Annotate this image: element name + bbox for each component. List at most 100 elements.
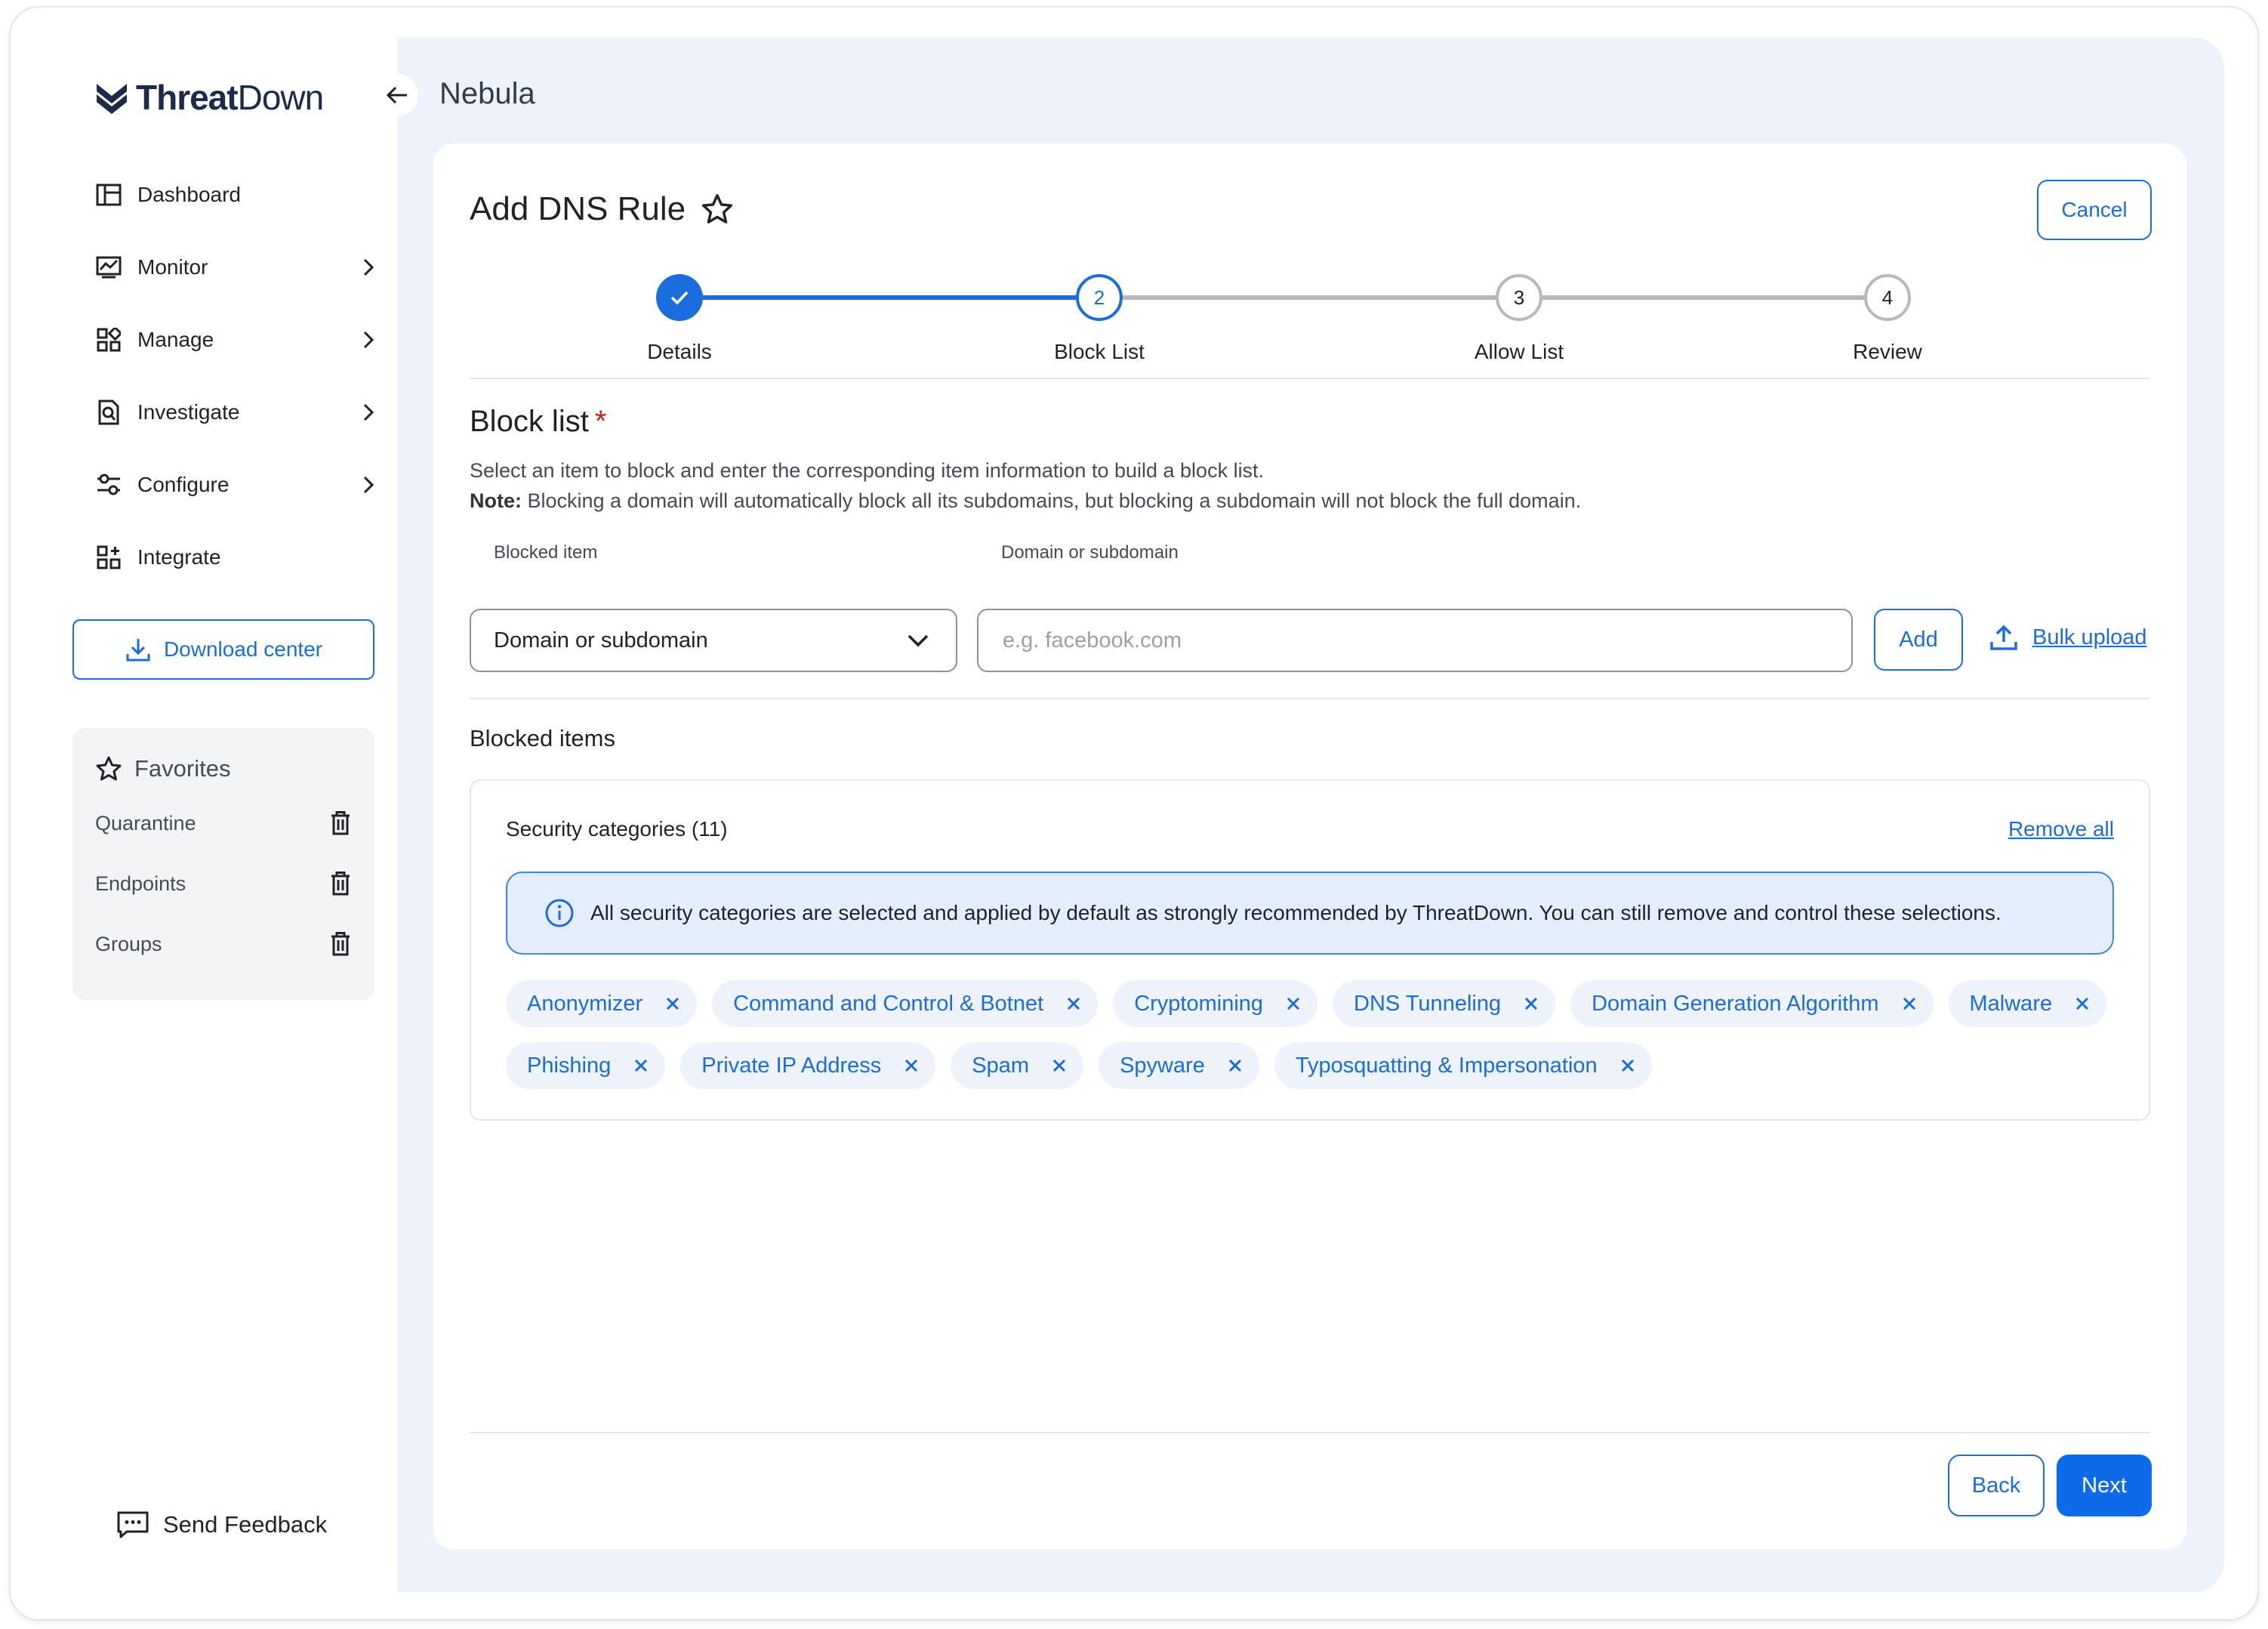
- remove-chip-icon[interactable]: [1225, 1055, 1246, 1076]
- chip-label: Command and Control & Botnet: [733, 991, 1044, 1016]
- chip-label: Malware: [1969, 991, 2053, 1016]
- chevron-right-icon: [363, 258, 374, 276]
- download-center-button[interactable]: Download center: [72, 619, 374, 680]
- divider: [470, 1432, 2150, 1433]
- chip-label: Anonymizer: [527, 991, 643, 1016]
- add-button[interactable]: Add: [1874, 609, 1963, 671]
- remove-chip-icon[interactable]: [1283, 993, 1304, 1014]
- monitor-icon: [95, 254, 122, 281]
- favorite-item-groups[interactable]: Groups: [95, 921, 352, 967]
- blocked-item-select[interactable]: Domain or subdomain: [470, 609, 957, 672]
- sidebar-item-investigate[interactable]: Investigate: [95, 376, 382, 449]
- blocked-items-title: Blocked items: [470, 725, 615, 751]
- chip-label: Domain Generation Algorithm: [1592, 991, 1879, 1016]
- sidebar-item-monitor[interactable]: Monitor: [95, 231, 382, 304]
- trash-icon[interactable]: [329, 811, 352, 835]
- trash-icon[interactable]: [329, 872, 352, 896]
- sidebar-item-label: Configure: [137, 473, 230, 496]
- sidebar-item-manage[interactable]: Manage: [95, 304, 382, 376]
- section-description: Select an item to block and enter the co…: [470, 459, 1265, 482]
- favorite-star-icon[interactable]: [701, 193, 734, 226]
- bulk-upload-link[interactable]: Bulk upload: [1989, 622, 2147, 653]
- step-label: Allow List: [1474, 340, 1564, 363]
- sidebar-item-label: Dashboard: [137, 183, 241, 206]
- sidebar-item-configure[interactable]: Configure: [95, 449, 382, 521]
- collapse-sidebar-button[interactable]: [376, 74, 418, 116]
- remove-chip-icon[interactable]: [1617, 1055, 1638, 1076]
- category-chip: Command and Control & Botnet: [712, 980, 1099, 1027]
- info-banner: All security categories are selected and…: [506, 872, 2114, 955]
- favorite-item-endpoints[interactable]: Endpoints: [95, 861, 352, 906]
- feedback-icon: [117, 1511, 149, 1538]
- favorites-header: Favorites: [95, 755, 230, 782]
- security-categories-panel: Security categories (11) Remove all All …: [470, 779, 2150, 1121]
- cancel-button[interactable]: Cancel: [2037, 180, 2152, 240]
- category-chip: Spyware: [1099, 1042, 1259, 1089]
- favorite-item-quarantine[interactable]: Quarantine: [95, 801, 352, 846]
- step-number: 4: [1881, 285, 1894, 309]
- blocked-item-value: Domain or subdomain: [494, 628, 708, 653]
- section-note: Note: Blocking a domain will automatical…: [470, 489, 1581, 513]
- chevron-right-icon: [363, 331, 374, 349]
- remove-all-link[interactable]: Remove all: [2008, 817, 2114, 841]
- note-label: Note:: [470, 489, 522, 512]
- chip-label: Spam: [972, 1053, 1030, 1078]
- step-4-pending[interactable]: 4: [1864, 274, 1911, 321]
- upload-icon: [1990, 625, 2017, 650]
- remove-chip-icon[interactable]: [901, 1055, 922, 1076]
- step-3-pending[interactable]: 3: [1496, 274, 1542, 321]
- sidebar-item-label: Investigate: [137, 400, 240, 424]
- category-chip: Cryptomining: [1113, 980, 1318, 1027]
- remove-chip-icon[interactable]: [630, 1055, 652, 1076]
- info-banner-text: All security categories are selected and…: [590, 901, 2001, 924]
- sidebar-item-label: Monitor: [137, 255, 208, 279]
- send-feedback-label: Send Feedback: [163, 1511, 328, 1538]
- category-chip: Typosquatting & Impersonation: [1274, 1042, 1652, 1089]
- sidebar-item-label: Manage: [137, 328, 214, 351]
- configure-icon: [95, 471, 122, 498]
- breadcrumb: Nebula: [439, 77, 535, 110]
- info-icon: [545, 899, 574, 927]
- page-title-text: Add DNS Rule: [470, 190, 686, 227]
- category-chip: Spam: [951, 1042, 1084, 1089]
- download-icon: [126, 639, 150, 662]
- main-content: Nebula Add DNS Rule Cancel 2 3 4 Details…: [376, 38, 2224, 1592]
- threatdown-logo-icon: [97, 84, 127, 114]
- manage-icon: [95, 326, 122, 353]
- step-1-complete[interactable]: [656, 274, 703, 321]
- chip-label: Spyware: [1120, 1053, 1205, 1078]
- remove-chip-icon[interactable]: [1063, 993, 1084, 1014]
- chevron-down-icon: [908, 634, 929, 647]
- back-button[interactable]: Back: [1948, 1455, 2045, 1516]
- remove-chip-icon[interactable]: [2072, 993, 2093, 1014]
- favorites-panel: Favorites Quarantine Endpoints Groups: [72, 728, 374, 1000]
- remove-chip-icon[interactable]: [1049, 1055, 1070, 1076]
- favorite-item-label: Quarantine: [95, 811, 196, 835]
- step-connector-pending: [1099, 295, 1519, 300]
- dashboard-icon: [95, 181, 122, 208]
- send-feedback-button[interactable]: Send Feedback: [116, 1510, 327, 1539]
- category-chip: Private IP Address: [680, 1042, 936, 1089]
- step-connector-pending: [1519, 295, 1887, 300]
- sidebar-nav: Dashboard Monitor Manage Investigate Con…: [95, 159, 382, 594]
- brand-logo[interactable]: ThreatDown: [95, 77, 324, 118]
- remove-chip-icon[interactable]: [662, 993, 683, 1014]
- next-button[interactable]: Next: [2057, 1455, 2152, 1516]
- category-chip: Domain Generation Algorithm: [1570, 980, 1934, 1027]
- add-dns-rule-card: Add DNS Rule Cancel 2 3 4 Details Block …: [433, 143, 2186, 1550]
- favorites-title: Favorites: [134, 755, 231, 782]
- blocked-item-label: Blocked item: [494, 542, 598, 563]
- sidebar-item-integrate[interactable]: Integrate: [95, 521, 382, 594]
- category-chip: Phishing: [506, 1042, 666, 1089]
- trash-icon[interactable]: [329, 932, 352, 956]
- chip-row: Anonymizer Command and Control & Botnet …: [506, 980, 2122, 1027]
- step-2-active[interactable]: 2: [1076, 274, 1123, 321]
- remove-chip-icon[interactable]: [1521, 993, 1542, 1014]
- domain-input[interactable]: [977, 609, 1853, 672]
- favorite-item-label: Endpoints: [95, 872, 186, 895]
- remove-chip-icon[interactable]: [1899, 993, 1920, 1014]
- chip-label: DNS Tunneling: [1354, 991, 1502, 1016]
- chip-label: Phishing: [527, 1053, 612, 1078]
- sidebar-item-dashboard[interactable]: Dashboard: [95, 159, 382, 231]
- bulk-upload-label: Bulk upload: [2032, 625, 2147, 649]
